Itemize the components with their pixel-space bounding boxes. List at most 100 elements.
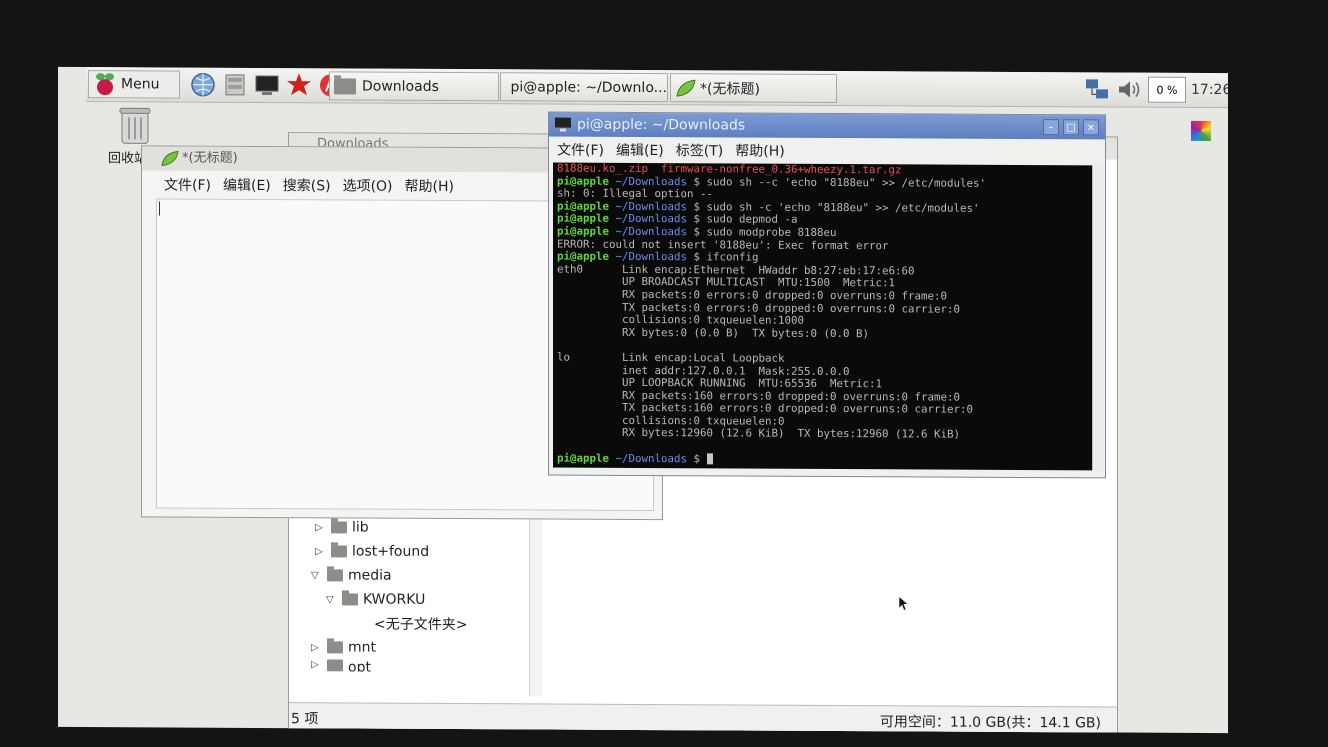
- prompt-path: ~/Downloads: [609, 199, 694, 214]
- tree-item-kworku[interactable]: ▽ KWORKU: [326, 588, 425, 611]
- close-button[interactable]: ×: [1083, 119, 1099, 136]
- tree-label: KWORKU: [363, 591, 426, 608]
- menu-options[interactable]: 选项(O): [343, 175, 393, 195]
- prompt-user: pi@apple: [557, 249, 610, 263]
- terminal-icon[interactable]: [254, 72, 280, 98]
- menu-file[interactable]: 文件(F): [557, 140, 604, 160]
- leafpad-icon: [161, 150, 179, 167]
- collapse-arrow-icon[interactable]: ▽: [311, 570, 323, 581]
- desktop-screen: Menu Downloads pi@apple: ~/Downlo... *(无…: [58, 66, 1228, 734]
- tree-item-media[interactable]: ▽ media: [311, 564, 392, 586]
- prompt-path: ~/Downloads: [609, 174, 694, 188]
- menu-edit[interactable]: 编辑(E): [223, 175, 271, 195]
- terminal-line: pi@apple ~/Downloads $: [557, 451, 1089, 467]
- menu-help[interactable]: 帮助(H): [405, 176, 454, 196]
- prompt-symbol: $: [693, 225, 707, 239]
- prompt-path: ~/Downloads: [609, 451, 694, 465]
- tree-item-no-subfolders: <无子文件夹>: [374, 613, 467, 635]
- raspberry-pi-icon: [95, 73, 115, 96]
- prompt-symbol: $: [693, 451, 707, 465]
- status-bar: 5 项 可用空间：11.0 GB(共：14.1 GB): [289, 702, 1117, 734]
- tree-item-opt[interactable]: ▷ opt: [311, 659, 371, 671]
- tree-item-mnt[interactable]: ▷ mnt: [311, 636, 376, 658]
- window-title-text: pi@apple: ~/Downloads: [577, 116, 746, 134]
- mouse-pointer-icon: [898, 595, 909, 611]
- prompt-symbol: $: [693, 212, 707, 226]
- tree-label: lib: [352, 519, 369, 536]
- file-manager-icon[interactable]: [222, 72, 248, 98]
- folder-icon: [327, 569, 343, 582]
- network-icon[interactable]: [1084, 77, 1110, 101]
- prompt-user: pi@apple: [557, 224, 610, 238]
- menu-help[interactable]: 帮助(H): [735, 140, 784, 160]
- folder-icon: [327, 641, 343, 654]
- expand-arrow-icon[interactable]: ▷: [311, 642, 323, 653]
- menu-label: Menu: [121, 76, 160, 93]
- task-label: pi@apple: ~/Downlo...: [510, 78, 667, 96]
- task-terminal[interactable]: pi@apple: ~/Downlo...: [500, 72, 668, 103]
- cpu-monitor[interactable]: 0 %: [1148, 76, 1186, 103]
- task-label: Downloads: [362, 78, 439, 95]
- expand-arrow-icon[interactable]: ▷: [315, 522, 327, 533]
- task-file-manager[interactable]: Downloads: [329, 71, 499, 102]
- terminal-icon: [505, 86, 506, 87]
- terminal-scrollbar[interactable]: [1092, 165, 1103, 471]
- terminal-icon: [555, 117, 571, 132]
- terminal-cursor: [706, 453, 713, 465]
- minimize-button[interactable]: –: [1043, 119, 1059, 136]
- folder-icon: [334, 77, 356, 94]
- prompt-symbol: $: [693, 250, 707, 264]
- task-text-editor[interactable]: *(无标题): [670, 73, 837, 104]
- color-palette-icon[interactable]: [1191, 120, 1211, 141]
- task-label: *(无标题): [700, 80, 760, 98]
- prompt-user: pi@apple: [557, 211, 610, 226]
- maximize-button[interactable]: □: [1063, 119, 1079, 136]
- collapse-arrow-icon[interactable]: ▽: [326, 594, 338, 605]
- terminal-titlebar[interactable]: pi@apple: ~/Downloads – □ ×: [549, 112, 1105, 140]
- prompt-path: ~/Downloads: [609, 212, 694, 226]
- prompt-user: pi@apple: [557, 451, 610, 465]
- folder-icon: [331, 521, 347, 534]
- tree-item-lost-found[interactable]: ▷ lost+found: [315, 540, 429, 563]
- menu-file[interactable]: 文件(F): [164, 174, 211, 194]
- prompt-path: ~/Downloads: [609, 224, 694, 239]
- menu-edit[interactable]: 编辑(E): [616, 140, 664, 160]
- text-caret: [159, 201, 160, 216]
- folder-icon: [327, 659, 343, 672]
- folder-icon: [331, 545, 347, 558]
- folder-icon: [342, 593, 358, 606]
- terminal-output[interactable]: 8188eu.ko_.zip firmware-nonfree_0.36+whe…: [553, 162, 1093, 471]
- directory-tree: ▷home ▷lib ▷lost+found ▽media ▽KWORKU <无…: [289, 493, 534, 694]
- tree-label: media: [348, 567, 392, 584]
- item-count: 5 项: [291, 711, 319, 728]
- menu-search[interactable]: 搜索(S): [283, 175, 331, 195]
- expand-arrow-icon[interactable]: ▷: [311, 659, 323, 670]
- prompt-user: pi@apple: [557, 174, 610, 188]
- tree-item-lib[interactable]: ▷ lib: [315, 516, 369, 538]
- menu-button[interactable]: Menu: [88, 70, 180, 99]
- web-browser-icon[interactable]: [190, 72, 216, 98]
- volume-icon[interactable]: [1116, 77, 1144, 101]
- prompt-symbol: $: [693, 174, 707, 188]
- command-text: sudo sh --c 'echo "8188eu" >> /etc/modul…: [706, 174, 987, 190]
- math-kernel-icon[interactable]: [286, 72, 312, 98]
- tree-label: <无子文件夹>: [374, 616, 468, 634]
- prompt-path: ~/Downloads: [609, 249, 694, 264]
- prompt-user: pi@apple: [557, 199, 610, 213]
- tree-label: opt: [348, 659, 371, 672]
- window-title-text: *(无标题): [182, 150, 238, 166]
- command-text: ifconfig: [706, 250, 759, 264]
- command-text: sudo modprobe 8188eu: [706, 225, 837, 239]
- free-space: 可用空间：11.0 GB(共：14.1 GB): [879, 714, 1101, 732]
- expand-arrow-icon[interactable]: ▷: [315, 546, 327, 557]
- terminal-window: pi@apple: ~/Downloads – □ × 文件(F) 编辑(E) …: [548, 111, 1106, 479]
- prompt-symbol: $: [693, 200, 707, 214]
- clock[interactable]: 17:26: [1191, 82, 1228, 98]
- leafpad-icon: [676, 79, 696, 97]
- tree-label: lost+found: [352, 543, 430, 560]
- trash-icon[interactable]: [118, 105, 152, 145]
- menu-tabs[interactable]: 标签(T): [676, 140, 723, 160]
- tree-label: mnt: [348, 639, 376, 656]
- taskbar: Menu Downloads pi@apple: ~/Downlo... *(无…: [86, 67, 1228, 109]
- terminal-menubar: 文件(F) 编辑(E) 标签(T) 帮助(H): [549, 139, 1105, 164]
